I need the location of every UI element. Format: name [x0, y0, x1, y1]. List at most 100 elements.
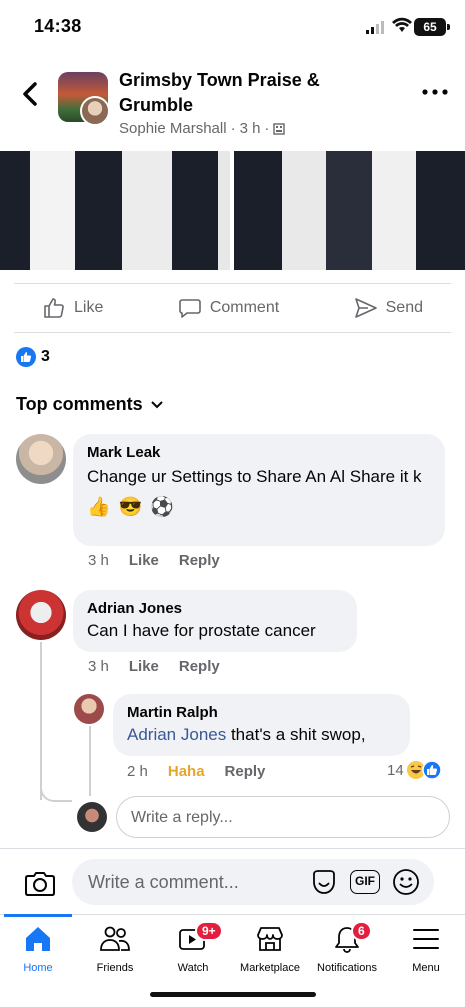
home-indicator — [150, 992, 316, 997]
comment-placeholder: Write a comment... — [88, 872, 239, 892]
comment-bubble[interactable]: Mark Leak Change ur Settings to Share An… — [73, 434, 445, 546]
emoji-icon[interactable] — [392, 868, 420, 896]
meta-separator: · — [230, 120, 236, 137]
tab-label: Home — [23, 962, 53, 974]
chevron-down-icon — [150, 400, 163, 408]
comment-text: Change ur Settings to Share An Al Share … — [87, 467, 422, 486]
thumbs-up-icon — [44, 298, 64, 318]
comment-author[interactable]: Mark Leak — [87, 444, 431, 461]
mention-link[interactable]: Adrian Jones — [127, 725, 226, 744]
watch-badge: 9+ — [195, 921, 223, 941]
post-header: Grimsby Town Praise & Grumble Sophie Mar… — [0, 60, 465, 150]
comment-reply-button[interactable]: Reply — [179, 658, 220, 675]
menu-icon — [413, 929, 439, 949]
marketplace-icon — [257, 927, 283, 951]
reply-text: Adrian Jones that's a shit swop, — [127, 723, 396, 747]
group-privacy-icon — [273, 122, 286, 135]
thread-line — [40, 642, 42, 800]
reply-reaction-count[interactable]: 14 — [387, 760, 442, 780]
comment-meta: 3 h Like Reply — [88, 552, 220, 569]
comment-like-button[interactable]: Like — [129, 552, 159, 569]
football-emoji: ⚽ — [150, 497, 175, 518]
tab-label: Menu — [412, 962, 440, 974]
group-name[interactable]: Grimsby Town Praise & Grumble — [119, 68, 369, 118]
comment-bubble[interactable]: Adrian Jones Can I have for prostate can… — [73, 590, 357, 652]
active-tab-indicator — [4, 914, 72, 917]
tab-friends[interactable]: Friends — [75, 925, 155, 974]
comment-author[interactable]: Adrian Jones — [87, 600, 343, 617]
post-action-bar: Like Comment Send — [14, 283, 451, 333]
sunglasses-emoji: 😎 — [118, 497, 143, 518]
reply-author[interactable]: Martin Ralph — [127, 704, 396, 721]
post-image-2[interactable] — [234, 151, 465, 270]
thread-connector — [40, 780, 72, 802]
notifications-badge: 6 — [351, 921, 372, 941]
avatar[interactable] — [16, 590, 66, 640]
thumbs-up-emoji: 👍 — [87, 497, 111, 518]
like-reaction-icon — [16, 347, 36, 367]
comment-label: Comment — [209, 299, 280, 316]
camera-icon[interactable] — [24, 869, 56, 897]
reaction-count: 14 — [387, 761, 404, 779]
post-image-1[interactable] — [0, 151, 230, 270]
tab-label: Notifications — [317, 962, 377, 974]
signal-icon — [366, 21, 384, 34]
comment-time: 3 h — [88, 552, 109, 569]
like-label: Like — [74, 299, 104, 316]
post-images[interactable] — [0, 151, 465, 270]
reaction-summary[interactable]: 3 — [16, 347, 50, 367]
post-meta: Sophie Marshall · 3 h · — [119, 120, 286, 137]
comment-emoji-row: 👍 😎 ⚽ — [87, 495, 431, 519]
comment-like-button[interactable]: Like — [129, 658, 159, 675]
meta-separator: · — [264, 120, 270, 137]
like-button[interactable]: Like — [42, 296, 103, 320]
tab-marketplace[interactable]: Marketplace — [230, 925, 310, 974]
comment-sort-dropdown[interactable]: Top comments — [16, 394, 163, 415]
wifi-icon — [392, 17, 412, 32]
comment-icon — [179, 299, 201, 318]
tab-menu[interactable]: Menu — [386, 925, 465, 974]
gif-icon[interactable]: GIF — [350, 870, 380, 894]
composer-icons: GIF — [310, 868, 420, 896]
send-button[interactable]: Send — [354, 296, 423, 320]
tab-watch[interactable]: 9+ Watch — [153, 921, 233, 974]
status-bar: 14:38 65 — [0, 0, 465, 56]
tab-label: Marketplace — [240, 962, 300, 974]
reply-text-body: that's a shit swop, — [226, 725, 366, 744]
friends-icon — [100, 926, 130, 951]
comment-button[interactable]: Comment — [178, 296, 279, 320]
comment-input[interactable]: Write a comment... GIF — [72, 859, 434, 905]
comment-meta: 3 h Like Reply — [88, 658, 220, 675]
battery-icon: 65 — [414, 18, 450, 36]
comment-reply-button[interactable]: Reply — [179, 552, 220, 569]
bottom-tab-bar: Home Friends 9+ Watch Marketplace 6 Noti… — [0, 914, 465, 1007]
gif-label: GIF — [355, 874, 375, 888]
reply-meta: 2 h Haha Reply — [127, 763, 265, 780]
reply-reply-button[interactable]: Reply — [225, 763, 266, 780]
author-avatar[interactable] — [80, 96, 110, 126]
comment-composer: Write a comment... GIF — [0, 848, 465, 914]
reply-haha-button[interactable]: Haha — [168, 763, 205, 780]
status-time: 14:38 — [34, 16, 82, 36]
home-icon — [26, 927, 50, 951]
send-label: Send — [385, 299, 423, 316]
tab-home[interactable]: Home — [0, 925, 78, 974]
back-icon[interactable] — [18, 78, 44, 110]
tab-label: Friends — [96, 962, 134, 974]
reply-bubble[interactable]: Martin Ralph Adrian Jones that's a shit … — [113, 694, 410, 756]
avatar[interactable] — [16, 434, 66, 484]
reply-input[interactable]: Write a reply... — [116, 796, 450, 838]
tab-label: Watch — [177, 962, 209, 974]
post-time: 3 h — [239, 120, 261, 137]
avatar[interactable] — [74, 694, 104, 724]
reaction-count: 3 — [41, 348, 50, 365]
more-options-icon[interactable] — [420, 84, 450, 100]
comment-sort-label: Top comments — [16, 394, 143, 414]
comment-time: 3 h — [88, 658, 109, 675]
comment-text: Can I have for prostate cancer — [87, 621, 316, 640]
author-name[interactable]: Sophie Marshall — [119, 120, 227, 137]
tab-notifications[interactable]: 6 Notifications — [307, 921, 387, 974]
thread-line — [89, 726, 91, 796]
reply-time: 2 h — [127, 763, 148, 780]
avatar-sticker-icon[interactable] — [310, 868, 338, 896]
